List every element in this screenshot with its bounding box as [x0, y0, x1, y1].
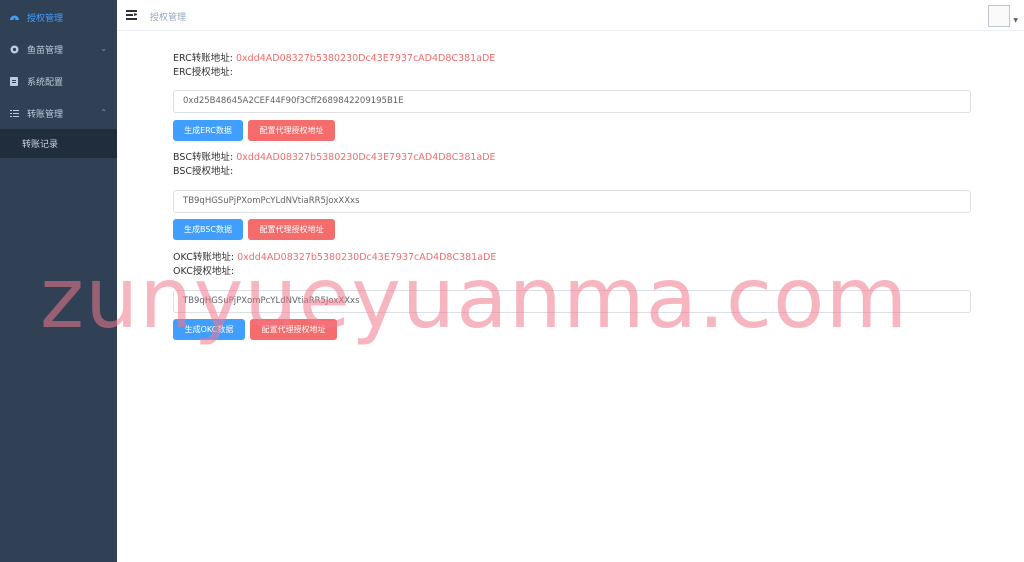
document-icon: [9, 76, 19, 86]
sidebar-item-transfer-management[interactable]: 转账管理 ⌃: [0, 97, 117, 129]
top-navbar: 授权管理 ▼: [117, 0, 1024, 31]
dashboard-icon: [9, 12, 19, 22]
chevron-down-icon: ⌄: [100, 44, 107, 53]
config-bsc-proxy-auth-button[interactable]: 配置代理授权地址: [248, 219, 335, 240]
okc-transfer-address: 0xdd4AD08327b5380230Dc43E7937cAD4D8C381a…: [237, 252, 497, 263]
caret-down-icon[interactable]: ▼: [1013, 17, 1018, 24]
sidebar-item-label: 转账管理: [27, 109, 64, 120]
bsc-transfer-address: 0xdd4AD08327b5380230Dc43E7937cAD4D8C381a…: [236, 152, 496, 163]
sidebar-subitem-label: 转账记录: [22, 140, 59, 150]
bsc-auth-address-field[interactable]: TB9qHGSuPjPXomPcYLdNVtiaRR5JoxXXxs: [173, 190, 971, 213]
okc-auth-address-field[interactable]: TB9qHGSuPjPXomPcYLdNVtiaRR5JoxXXxs: [173, 290, 971, 313]
okc-transfer-label: OKC转账地址:: [173, 252, 235, 263]
bsc-section: BSC转账地址: 0xdd4AD08327b5380230Dc43E7937cA…: [173, 151, 971, 240]
erc-transfer-label: ERC转账地址:: [173, 53, 233, 64]
list-icon: [9, 108, 19, 118]
generate-erc-data-button[interactable]: 生成ERC数据: [173, 120, 243, 141]
erc-auth-address-field[interactable]: 0xd25B48645A2CEF44F90f3Cff2689842209195B…: [173, 90, 971, 113]
okc-section: OKC转账地址: 0xdd4AD08327b5380230Dc43E7937cA…: [173, 251, 971, 340]
hamburger-menu-icon[interactable]: [126, 10, 137, 20]
sidebar-item-system-config[interactable]: 系统配置: [0, 65, 117, 97]
chevron-up-icon: ⌃: [100, 108, 107, 117]
sidebar-item-label: 系统配置: [27, 77, 64, 88]
erc-section: ERC转账地址: 0xdd4AD08327b5380230Dc43E7937cA…: [173, 52, 971, 141]
bsc-transfer-address-line: BSC转账地址: 0xdd4AD08327b5380230Dc43E7937cA…: [173, 151, 971, 165]
sidebar: 授权管理 鱼苗管理 ⌄ 系统配置 转账管理 ⌃ 转账记录: [0, 0, 117, 562]
sidebar-item-label: 鱼苗管理: [27, 45, 64, 56]
sidebar-item-auth-management[interactable]: 授权管理: [0, 1, 117, 33]
generate-bsc-data-button[interactable]: 生成BSC数据: [173, 219, 243, 240]
erc-transfer-address-line: ERC转账地址: 0xdd4AD08327b5380230Dc43E7937cA…: [173, 52, 971, 66]
avatar[interactable]: [988, 5, 1010, 27]
sidebar-item-transfer-records[interactable]: 转账记录: [0, 129, 117, 158]
sidebar-item-label: 授权管理: [27, 13, 64, 24]
gear-icon: [9, 44, 19, 54]
okc-auth-label: OKC授权地址:: [173, 266, 235, 277]
sidebar-item-fish-management[interactable]: 鱼苗管理 ⌄: [0, 33, 117, 65]
config-erc-proxy-auth-button[interactable]: 配置代理授权地址: [248, 120, 335, 141]
config-okc-proxy-auth-button[interactable]: 配置代理授权地址: [250, 319, 337, 340]
generate-okc-data-button[interactable]: 生成OKC数据: [173, 319, 245, 340]
erc-auth-label: ERC授权地址:: [173, 67, 233, 78]
breadcrumb[interactable]: 授权管理: [150, 10, 186, 23]
okc-transfer-address-line: OKC转账地址: 0xdd4AD08327b5380230Dc43E7937cA…: [173, 251, 971, 265]
bsc-auth-label: BSC授权地址:: [173, 166, 234, 177]
erc-transfer-address: 0xdd4AD08327b5380230Dc43E7937cAD4D8C381a…: [236, 53, 496, 64]
bsc-transfer-label: BSC转账地址:: [173, 152, 234, 163]
